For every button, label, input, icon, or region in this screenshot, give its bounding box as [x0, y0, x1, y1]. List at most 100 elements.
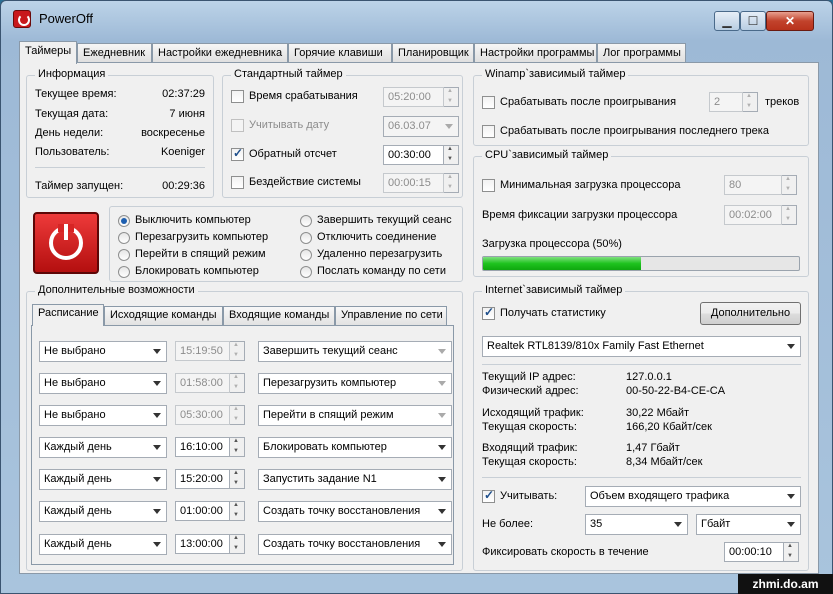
schedule-time-field[interactable]: 15:19:50 [175, 341, 230, 361]
schedule-when-combo[interactable]: Каждый день [39, 469, 167, 490]
schedule-time-spinner[interactable] [230, 501, 245, 521]
schedule-action-combo[interactable]: Завершить текущий сеанс [258, 341, 452, 362]
use-date-checkbox[interactable] [231, 119, 244, 132]
more-button[interactable]: Дополнительно [700, 302, 801, 325]
idle-spinner[interactable] [444, 173, 459, 193]
standard-timer-title: Стандартный таймер [231, 68, 346, 80]
subtab-network[interactable]: Управление по сети [335, 306, 447, 325]
get-stats-checkbox[interactable] [482, 305, 495, 320]
sleep-label: Перейти в спящий режим [135, 248, 266, 260]
internet-group: Internet`зависимый таймер Получать стати… [473, 284, 809, 571]
schedule-panel: Не выбрано 15:19:50 Завершить текущий се… [31, 325, 454, 565]
cpu-load-bar [482, 256, 800, 271]
tab-planner-settings[interactable]: Настройки ежедневника [152, 43, 288, 63]
chevron-down-icon [787, 494, 795, 499]
fix-speed-field[interactable]: 00:00:10 [724, 542, 784, 562]
schedule-when-combo[interactable]: Не выбрано [39, 405, 167, 426]
countdown-spinner[interactable] [444, 145, 459, 165]
close-button[interactable]: ✕ [766, 11, 814, 31]
lock-radio[interactable] [118, 266, 130, 278]
idle-checkbox[interactable] [231, 176, 244, 189]
schedule-when-combo[interactable]: Каждый день [39, 501, 167, 522]
info-group: Информация Текущее время: 02:37:29 Текущ… [26, 68, 214, 198]
schedule-action-combo[interactable]: Создать точку восстановления [258, 501, 452, 522]
schedule-action-combo[interactable]: Перезагрузить компьютер [258, 373, 452, 394]
consider-checkbox[interactable] [482, 488, 495, 503]
tab-planner[interactable]: Ежедневник [77, 43, 152, 63]
power-button[interactable] [33, 212, 99, 274]
sleep-radio[interactable] [118, 249, 130, 261]
schedule-time-spinner[interactable] [230, 534, 245, 554]
schedule-when-combo[interactable]: Не выбрано [39, 373, 167, 394]
consider-combo[interactable]: Объем входящего трафика [585, 486, 801, 507]
remote-restart-radio[interactable] [300, 249, 312, 261]
chevron-down-icon [674, 522, 682, 527]
idle-field[interactable]: 00:00:15 [383, 173, 444, 193]
minimize-button[interactable]: ▁ [714, 11, 740, 31]
min-load-checkbox[interactable] [482, 179, 495, 192]
restart-radio[interactable] [118, 232, 130, 244]
schedule-time-spinner[interactable] [230, 373, 245, 393]
cpu-load-label: Загрузка процессора (50%) [482, 238, 622, 250]
tab-program-settings[interactable]: Настройки программы [474, 43, 597, 63]
network-command-radio[interactable] [300, 266, 312, 278]
schedule-action-value: Создать точку восстановления [263, 538, 421, 550]
tab-scheduler[interactable]: Планировщик [392, 43, 474, 63]
schedule-time-field[interactable]: 16:10:00 [175, 437, 230, 457]
fix-time-field[interactable]: 00:02:00 [724, 205, 782, 225]
restart-label: Перезагрузить компьютер [135, 231, 269, 243]
countdown-checkbox[interactable] [231, 146, 244, 161]
countdown-field[interactable]: 00:30:00 [383, 145, 444, 165]
schedule-action-combo[interactable]: Блокировать компьютер [258, 437, 452, 458]
schedule-time-spinner[interactable] [230, 437, 245, 457]
schedule-time-spinner[interactable] [230, 405, 245, 425]
schedule-time-field[interactable]: 01:00:00 [175, 501, 230, 521]
tab-timers[interactable]: Таймеры [19, 41, 77, 64]
schedule-action-combo[interactable]: Создать точку восстановления [258, 534, 452, 555]
schedule-time-field[interactable]: 13:00:00 [175, 534, 230, 554]
schedule-time-spinner[interactable] [230, 469, 245, 489]
date-picker[interactable]: 06.03.07 [383, 116, 459, 137]
track-count-spinner[interactable] [743, 92, 758, 112]
schedule-when-combo[interactable]: Каждый день [39, 534, 167, 555]
after-play-checkbox[interactable] [482, 96, 495, 109]
after-last-checkbox[interactable] [482, 125, 495, 138]
trigger-time-checkbox[interactable] [231, 90, 244, 103]
subtab-incoming[interactable]: Входящие команды [223, 306, 335, 325]
tab-hotkeys[interactable]: Горячие клавиши [288, 43, 392, 63]
timer-started-label: Таймер запущен: [35, 180, 124, 192]
schedule-when-combo[interactable]: Не выбрано [39, 341, 167, 362]
limit-combo[interactable]: 35 [585, 514, 688, 535]
unit-combo[interactable]: Гбайт [696, 514, 801, 535]
schedule-time-field[interactable]: 05:30:00 [175, 405, 230, 425]
incoming-label: Входящий трафик: [482, 442, 578, 454]
schedule-time-field[interactable]: 15:20:00 [175, 469, 230, 489]
schedule-action-value: Блокировать компьютер [263, 441, 387, 453]
current-date-label: Текущая дата: [35, 108, 109, 120]
track-count-field[interactable]: 2 [709, 92, 743, 112]
timer-started-value: 00:29:36 [162, 180, 205, 192]
maximize-button[interactable]: ☐ [740, 11, 766, 31]
shutdown-radio[interactable] [118, 215, 130, 227]
subtab-outgoing[interactable]: Исходящие команды [104, 306, 223, 325]
outgoing-speed-label: Текущая скорость: [482, 421, 577, 433]
schedule-when-combo[interactable]: Каждый день [39, 437, 167, 458]
fix-speed-spinner[interactable] [784, 542, 799, 562]
schedule-action-combo[interactable]: Запустить задание N1 [258, 469, 452, 490]
adapter-combo[interactable]: Realtek RTL8139/810x Family Fast Etherne… [482, 336, 801, 357]
schedule-time-field[interactable]: 01:58:00 [175, 373, 230, 393]
schedule-action-combo[interactable]: Перейти в спящий режим [258, 405, 452, 426]
min-load-field[interactable]: 80 [724, 175, 782, 195]
schedule-time-spinner[interactable] [230, 341, 245, 361]
tab-program-log[interactable]: Лог программы [597, 43, 686, 63]
title-bar[interactable]: PowerOff ▁ ☐ ✕ [1, 1, 832, 35]
fix-time-spinner[interactable] [782, 205, 797, 225]
chevron-down-icon [438, 445, 446, 450]
trigger-time-field[interactable]: 05:20:00 [383, 87, 444, 107]
logoff-radio[interactable] [300, 215, 312, 227]
subtab-schedule[interactable]: Расписание [32, 304, 104, 326]
min-load-spinner[interactable] [782, 175, 797, 195]
trigger-time-spinner[interactable] [444, 87, 459, 107]
chevron-down-icon [787, 522, 795, 527]
disconnect-radio[interactable] [300, 232, 312, 244]
